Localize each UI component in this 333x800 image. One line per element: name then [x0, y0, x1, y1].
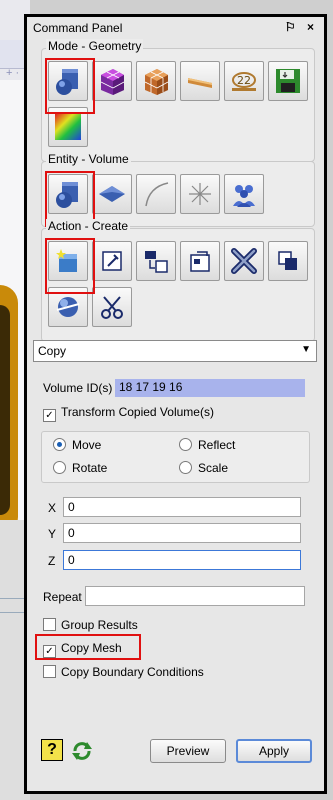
- y-label: Y: [48, 527, 57, 541]
- panel-window-controls[interactable]: ⚐ ×: [285, 20, 318, 34]
- transform-action-button[interactable]: [136, 241, 176, 281]
- refresh-button[interactable]: [71, 740, 93, 765]
- copy-mesh-highlight-box: [35, 634, 141, 660]
- group-people-icon: [233, 185, 255, 207]
- radio-rotate-indicator[interactable]: [53, 461, 66, 474]
- boundary-mode-button[interactable]: [180, 61, 220, 101]
- preview-button[interactable]: Preview: [150, 739, 226, 763]
- rotate-label: Rotate: [72, 461, 108, 475]
- modify-action-button[interactable]: [92, 241, 132, 281]
- repeat-label: Repeat: [43, 590, 82, 604]
- scissors-icon: [101, 296, 123, 319]
- action-group-title: Action - Create: [46, 219, 131, 233]
- properties-icon: [190, 251, 210, 272]
- save-mode-button[interactable]: [268, 61, 308, 101]
- mesh-cube-icon: [100, 69, 125, 95]
- webcut-sphere-icon: [56, 297, 80, 317]
- radio-rotate[interactable]: Rotate: [53, 461, 107, 475]
- radio-scale[interactable]: Scale: [179, 461, 228, 475]
- floppy-disk-icon: [276, 69, 300, 93]
- results-gradient-icon: [55, 114, 81, 140]
- copy-action-button[interactable]: [268, 241, 308, 281]
- block-mode-button[interactable]: [136, 61, 176, 101]
- help-icon: ?: [47, 741, 57, 758]
- copy-bc-label: Copy Boundary Conditions: [61, 665, 204, 679]
- group-results-label: Group Results: [61, 618, 138, 632]
- chevron-down-icon: ▼: [301, 344, 311, 355]
- move-label: Move: [72, 438, 102, 452]
- vertex-icon: [189, 183, 211, 205]
- radio-reflect-indicator[interactable]: [179, 438, 192, 451]
- x-input[interactable]: 0: [63, 497, 301, 517]
- volume-ids-label: Volume ID(s): [43, 381, 113, 395]
- variables-icon: 22: [232, 72, 256, 91]
- transform-copied-checkbox[interactable]: ✓ Transform Copied Volume(s): [43, 405, 214, 422]
- properties-action-button[interactable]: [180, 241, 220, 281]
- entity-group-title: Entity - Volume: [46, 152, 131, 166]
- apply-button[interactable]: Apply: [236, 739, 312, 763]
- group-results-checkbox[interactable]: Group Results: [43, 618, 138, 632]
- z-label: Z: [48, 554, 56, 568]
- svg-text:22: 22: [237, 74, 251, 87]
- checkbox-copy-bc[interactable]: [43, 665, 56, 678]
- help-button[interactable]: ?: [41, 739, 63, 761]
- background-plus-icon: + ·: [6, 67, 20, 79]
- radio-move[interactable]: Move: [53, 438, 101, 452]
- scale-label: Scale: [198, 461, 229, 475]
- volume-ids-field[interactable]: 18 17 19 16: [115, 379, 305, 397]
- checkbox-transform[interactable]: ✓: [43, 409, 56, 422]
- surface-icon: [99, 186, 125, 202]
- vertex-entity-button[interactable]: [180, 174, 220, 214]
- group-entity-button[interactable]: [224, 174, 264, 214]
- command-panel: Command Panel ⚐ × Mode - Geometry 22 Ent…: [24, 14, 327, 794]
- operation-dropdown-value: Copy: [38, 344, 67, 358]
- z-input[interactable]: 0: [63, 550, 301, 570]
- geometry-highlight-box: [45, 58, 95, 114]
- create-highlight-box: [45, 238, 95, 294]
- copy-icon: [278, 251, 297, 270]
- x-label: X: [48, 501, 57, 515]
- surface-entity-button[interactable]: [92, 174, 132, 214]
- radio-scale-indicator[interactable]: [179, 461, 192, 474]
- y-input[interactable]: 0: [63, 523, 301, 543]
- refresh-icon: [72, 742, 92, 760]
- panel-titlebar: Command Panel ⚐ ×: [27, 17, 324, 39]
- tear-action-button[interactable]: [92, 287, 132, 327]
- panel-title: Command Panel: [33, 21, 123, 35]
- copy-boundary-conditions-checkbox[interactable]: Copy Boundary Conditions: [43, 665, 204, 679]
- checkbox-group-results[interactable]: [43, 618, 56, 631]
- variables-mode-button[interactable]: 22: [224, 61, 264, 101]
- repeat-input[interactable]: [85, 586, 305, 606]
- mesh-mode-button[interactable]: [92, 61, 132, 101]
- background-model-shadow: [0, 305, 10, 515]
- delete-action-button[interactable]: [224, 241, 264, 281]
- delete-x-icon: [231, 248, 257, 274]
- block-cube-icon: [144, 69, 169, 95]
- transform-icon: [145, 251, 168, 273]
- radio-reflect[interactable]: Reflect: [179, 438, 235, 452]
- curve-icon: [145, 182, 169, 207]
- transform-label: Transform Copied Volume(s): [61, 405, 214, 419]
- operation-dropdown[interactable]: Copy ▼: [33, 340, 317, 362]
- mode-group-title: Mode - Geometry: [46, 39, 144, 53]
- modify-icon: [102, 251, 122, 271]
- curve-entity-button[interactable]: [136, 174, 176, 214]
- boundary-icon: [188, 78, 212, 88]
- reflect-label: Reflect: [198, 438, 236, 452]
- radio-move-indicator[interactable]: [53, 438, 66, 451]
